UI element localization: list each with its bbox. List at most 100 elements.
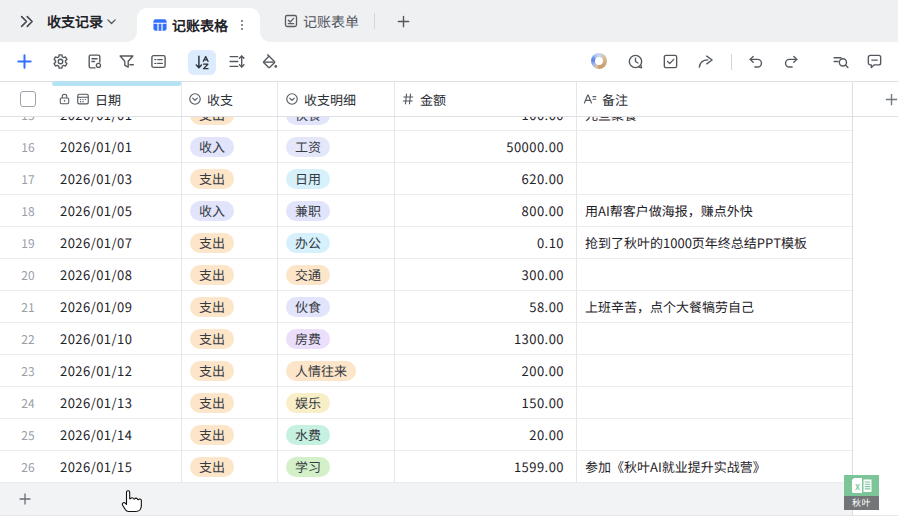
history-clock-icon[interactable] (627, 53, 644, 70)
cell-note[interactable] (577, 419, 852, 451)
cell-date[interactable]: 26 2026/01/15 (0, 451, 182, 483)
table-row[interactable]: 17 2026/01/03 支出 日用 620.00 (0, 163, 852, 195)
cell-amount[interactable]: 1599.00 (395, 451, 577, 483)
table-row[interactable]: 21 2026/01/09 支出 伙食 58.00 上班辛苦，点个大餐犒劳自己 (0, 291, 852, 323)
cell-note[interactable] (577, 131, 852, 163)
cell-amount[interactable]: 0.10 (395, 227, 577, 259)
cell-type[interactable]: 支出 (182, 227, 278, 259)
cell-detail[interactable]: 娱乐 (278, 387, 395, 419)
cell-detail[interactable]: 交通 (278, 259, 395, 291)
header-cell-note[interactable]: 备注 (577, 82, 852, 116)
redo-icon[interactable] (783, 53, 800, 70)
table-row[interactable]: 19 2026/01/07 支出 办公 0.10 抢到了秋叶的1000页年终总结… (0, 227, 852, 259)
cell-type[interactable]: 支出 (182, 291, 278, 323)
table-row[interactable]: 25 2026/01/14 支出 水费 20.00 (0, 419, 852, 451)
cell-amount[interactable]: 800.00 (395, 195, 577, 227)
cell-detail[interactable]: 兼职 (278, 195, 395, 227)
form-settings-icon[interactable] (86, 53, 103, 70)
cell-amount[interactable]: 58.00 (395, 291, 577, 323)
select-all-checkbox[interactable] (20, 91, 36, 107)
cell-amount[interactable]: 50000.00 (395, 131, 577, 163)
cell-date[interactable]: 24 2026/01/13 (0, 387, 182, 419)
cell-detail[interactable]: 日用 (278, 163, 395, 195)
cell-date[interactable]: 25 2026/01/14 (0, 419, 182, 451)
cell-type[interactable]: 支出 (182, 355, 278, 387)
header-cell-date[interactable]: 日期 (0, 82, 182, 116)
cell-note[interactable] (577, 323, 852, 355)
cell-type[interactable]: 收入 (182, 131, 278, 163)
cell-detail[interactable]: 伙食 (278, 291, 395, 323)
settings-gear-icon[interactable] (52, 53, 69, 70)
table-row[interactable]: 22 2026/01/10 支出 房费 1300.00 (0, 323, 852, 355)
cell-detail[interactable]: 工资 (278, 131, 395, 163)
chevron-down-icon[interactable] (105, 15, 118, 28)
cell-detail[interactable]: 学习 (278, 451, 395, 483)
cell-date[interactable]: 15 2026/01/01 (0, 117, 182, 131)
cell-detail[interactable]: 办公 (278, 227, 395, 259)
table-row[interactable]: 15 2026/01/01 支出 伙食 100.00 元旦聚餐 (0, 117, 852, 131)
cell-detail[interactable]: 房费 (278, 323, 395, 355)
search-list-icon[interactable] (832, 53, 849, 70)
sort-button-active[interactable] (188, 50, 216, 75)
table-row[interactable]: 20 2026/01/08 支出 交通 300.00 (0, 259, 852, 291)
cell-date[interactable]: 23 2026/01/12 (0, 355, 182, 387)
cell-date[interactable]: 18 2026/01/05 (0, 195, 182, 227)
undo-icon[interactable] (747, 53, 764, 70)
cell-type[interactable]: 支出 (182, 163, 278, 195)
row-height-icon[interactable] (228, 53, 245, 70)
cell-amount[interactable]: 150.00 (395, 387, 577, 419)
header-cell-detail[interactable]: 收支明细 (278, 82, 395, 116)
add-row-button[interactable] (18, 492, 32, 506)
add-column-button[interactable] (852, 82, 898, 116)
cell-type[interactable]: 支出 (182, 117, 278, 131)
cell-note[interactable]: 抢到了秋叶的1000页年终总结PPT模板 (577, 227, 852, 259)
cell-amount[interactable]: 20.00 (395, 419, 577, 451)
cell-amount[interactable]: 1300.00 (395, 323, 577, 355)
header-cell-type[interactable]: 收支 (182, 82, 278, 116)
workspace-title[interactable]: 收支记录 (47, 0, 103, 42)
cell-type[interactable]: 收入 (182, 195, 278, 227)
table-row[interactable]: 23 2026/01/12 支出 人情往来 200.00 (0, 355, 852, 387)
share-icon[interactable] (697, 53, 714, 70)
header-cell-amount[interactable]: 金额 (395, 82, 577, 116)
comment-icon[interactable] (866, 53, 883, 70)
cell-date[interactable]: 17 2026/01/03 (0, 163, 182, 195)
cell-note[interactable]: 上班辛苦，点个大餐犒劳自己 (577, 291, 852, 323)
table-row[interactable]: 18 2026/01/05 收入 兼职 800.00 用AI帮客户做海报，赚点外… (0, 195, 852, 227)
horizontal-scrollbar-thumb[interactable] (52, 81, 181, 86)
cell-type[interactable]: 支出 (182, 451, 278, 483)
cell-note[interactable] (577, 259, 852, 291)
tab-form-view[interactable]: 记账表单 (270, 0, 374, 42)
cell-type[interactable]: 支出 (182, 323, 278, 355)
cell-amount[interactable]: 200.00 (395, 355, 577, 387)
cell-note[interactable] (577, 163, 852, 195)
cell-date[interactable]: 19 2026/01/07 (0, 227, 182, 259)
vertical-dots-icon[interactable] (235, 18, 249, 32)
cell-detail[interactable]: 水费 (278, 419, 395, 451)
ai-ring-icon[interactable] (591, 53, 607, 69)
filter-funnel-icon[interactable] (118, 53, 135, 70)
cell-amount[interactable]: 620.00 (395, 163, 577, 195)
cell-amount[interactable]: 100.00 (395, 117, 577, 131)
cell-date[interactable]: 21 2026/01/09 (0, 291, 182, 323)
add-view-button[interactable] (396, 14, 411, 29)
add-record-button[interactable] (16, 53, 33, 70)
cell-note[interactable] (577, 387, 852, 419)
table-row[interactable]: 24 2026/01/13 支出 娱乐 150.00 (0, 387, 852, 419)
cell-date[interactable]: 16 2026/01/01 (0, 131, 182, 163)
cell-note[interactable]: 参加《秋叶AI就业提升实战营》 (577, 451, 852, 483)
group-list-icon[interactable] (150, 53, 167, 70)
cell-type[interactable]: 支出 (182, 387, 278, 419)
paint-fill-icon[interactable] (261, 53, 278, 70)
cell-note[interactable]: 元旦聚餐 (577, 117, 852, 131)
cell-note[interactable]: 用AI帮客户做海报，赚点外快 (577, 195, 852, 227)
tab-grid-view[interactable]: 记账表格 (137, 8, 260, 42)
cell-date[interactable]: 22 2026/01/10 (0, 323, 182, 355)
table-row[interactable]: 16 2026/01/01 收入 工资 50000.00 (0, 131, 852, 163)
cell-type[interactable]: 支出 (182, 259, 278, 291)
collapse-sidebar-button[interactable] (19, 14, 34, 29)
cell-note[interactable] (577, 355, 852, 387)
table-row[interactable]: 26 2026/01/15 支出 学习 1599.00 参加《秋叶AI就业提升实… (0, 451, 852, 483)
task-checkbox-icon[interactable] (662, 53, 679, 70)
cell-type[interactable]: 支出 (182, 419, 278, 451)
